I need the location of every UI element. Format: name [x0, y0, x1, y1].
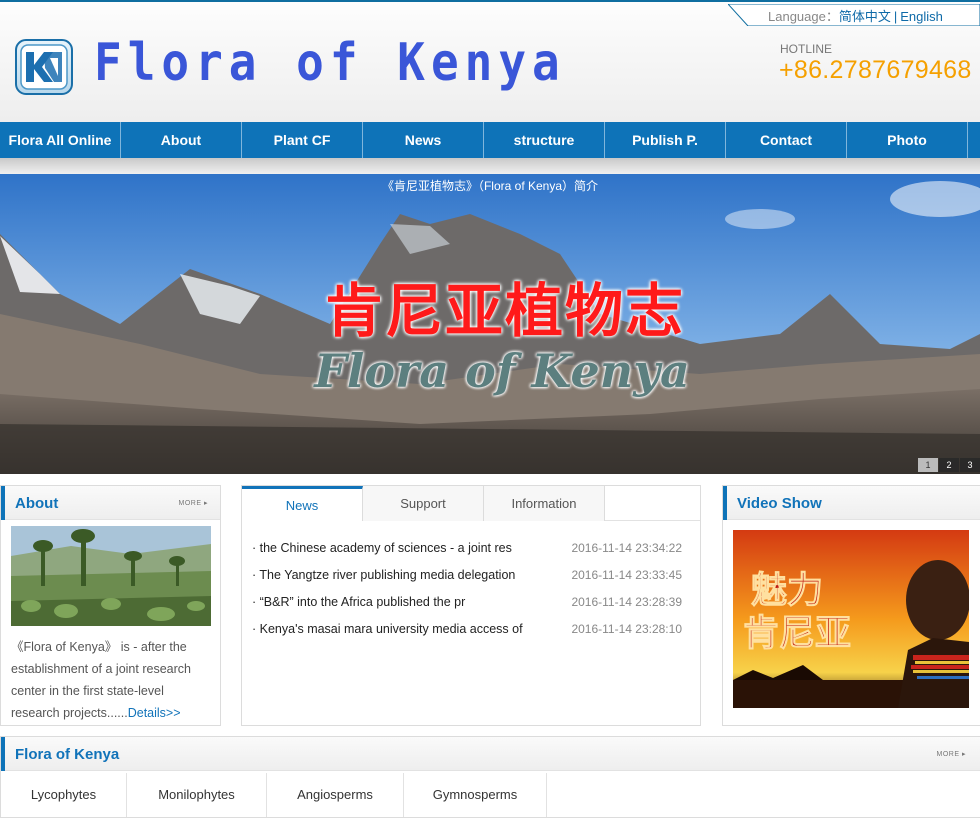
language-switcher: Language：简体中文 | English [728, 4, 980, 26]
hotline-label: HOTLINE [780, 42, 833, 56]
hotline-number: +86.2787679468 [779, 56, 972, 84]
about-panel-title: About [15, 495, 59, 512]
flora-panel-header: Flora of Kenya MORE [1, 737, 980, 771]
category-angiosperms[interactable]: Angiosperms [267, 773, 404, 817]
news-item[interactable]: · “B&R” into the Africa published the pr… [252, 588, 682, 615]
hero-banner[interactable]: 《肯尼亚植物志》（Flora of Kenya）简介 肯尼亚植物志 Flora … [0, 174, 980, 474]
about-plants-image [11, 526, 211, 626]
slide-pager: 1 2 3 [917, 458, 980, 472]
main-nav: Flora All Online About Plant CF News str… [0, 122, 980, 158]
video-image-text-line1: 魅力 [751, 569, 823, 611]
slide-dot-2[interactable]: 2 [939, 458, 959, 472]
category-lycophytes[interactable]: Lycophytes [1, 773, 127, 817]
banner-caption: 《肯尼亚植物志》（Flora of Kenya）简介 [381, 179, 599, 193]
news-item-date: 2016-11-14 23:28:10 [571, 621, 682, 636]
panel-accent-bar [1, 737, 5, 771]
news-item-title[interactable]: · “B&R” into the Africa published the pr [252, 595, 552, 609]
news-item-date: 2016-11-14 23:28:39 [571, 594, 682, 609]
news-tabs: News Support Information [242, 486, 700, 521]
about-summary: 《Flora of Kenya》 is - after the establis… [11, 636, 211, 724]
lang-english-link[interactable]: English [900, 9, 943, 24]
about-panel-header: About MORE [1, 486, 220, 520]
lang-chinese-link[interactable]: 简体中文 [839, 9, 891, 24]
site-header: Language：简体中文|English KK Flora of Kenya … [0, 0, 980, 122]
news-item-title[interactable]: · The Yangtze river publishing media del… [252, 568, 552, 582]
banner-title-english: Flora of Kenya [314, 344, 690, 398]
about-more-link[interactable]: MORE [179, 499, 208, 507]
nav-item-flora-all-online[interactable]: Flora All Online [0, 122, 121, 158]
flora-categories: Lycophytes Monilophytes Angiosperms Gymn… [1, 773, 547, 817]
slide-dot-3[interactable]: 3 [960, 458, 980, 472]
site-title[interactable]: Flora of Kenya [94, 32, 566, 92]
lang-separator: | [893, 9, 898, 24]
language-label: Language： [768, 9, 839, 24]
banner-title-chinese: 肯尼亚植物志 [324, 277, 685, 345]
flora-more-link[interactable]: MORE [937, 750, 966, 758]
video-panel: Video Show 魅力 肯尼亚 [722, 485, 980, 726]
video-thumbnail[interactable]: 魅力 肯尼亚 [733, 530, 970, 708]
news-item-date: 2016-11-14 23:33:45 [571, 567, 682, 582]
logo-icon[interactable]: KK [14, 38, 74, 96]
news-list: · the Chinese academy of sciences - a jo… [252, 534, 682, 642]
category-monilophytes[interactable]: Monilophytes [127, 773, 267, 817]
tab-information[interactable]: Information [484, 486, 605, 521]
nav-item-publish[interactable]: Publish P. [605, 122, 726, 158]
video-image-text-line2: 肯尼亚 [743, 612, 851, 654]
video-panel-header: Video Show [723, 486, 980, 520]
nav-item-structure[interactable]: structure [484, 122, 605, 158]
nav-item-about[interactable]: About [121, 122, 242, 158]
about-details-link[interactable]: Details>> [128, 706, 181, 720]
news-item-title[interactable]: · the Chinese academy of sciences - a jo… [252, 541, 552, 555]
flora-panel-title: Flora of Kenya [15, 746, 120, 763]
tab-news[interactable]: News [242, 486, 363, 521]
nav-item-photo[interactable]: Photo [847, 122, 968, 158]
news-item[interactable]: · The Yangtze river publishing media del… [252, 561, 682, 588]
news-item[interactable]: · Kenya's masai mara university media ac… [252, 615, 682, 642]
about-panel: About MORE 《Flora of Kenya》 is - after t… [0, 485, 221, 726]
nav-item-news[interactable]: News [363, 122, 484, 158]
category-gymnosperms[interactable]: Gymnosperms [404, 773, 547, 817]
video-panel-title: Video Show [737, 495, 822, 512]
panel-accent-bar [723, 486, 727, 520]
flora-panel: Flora of Kenya MORE Lycophytes Monilophy… [0, 736, 980, 818]
news-item-title[interactable]: · Kenya's masai mara university media ac… [252, 622, 552, 636]
nav-item-plant-cf[interactable]: Plant CF [242, 122, 363, 158]
panel-accent-bar [1, 486, 5, 520]
news-item-date: 2016-11-14 23:34:22 [571, 540, 682, 555]
language-line: Language：简体中文 | English [768, 6, 943, 25]
nav-item-contact[interactable]: Contact [726, 122, 847, 158]
slide-dot-1[interactable]: 1 [918, 458, 938, 472]
news-panel: News Support Information · the Chinese a… [241, 485, 701, 726]
nav-shadow [0, 158, 980, 174]
news-item[interactable]: · the Chinese academy of sciences - a jo… [252, 534, 682, 561]
tab-support[interactable]: Support [363, 486, 484, 521]
